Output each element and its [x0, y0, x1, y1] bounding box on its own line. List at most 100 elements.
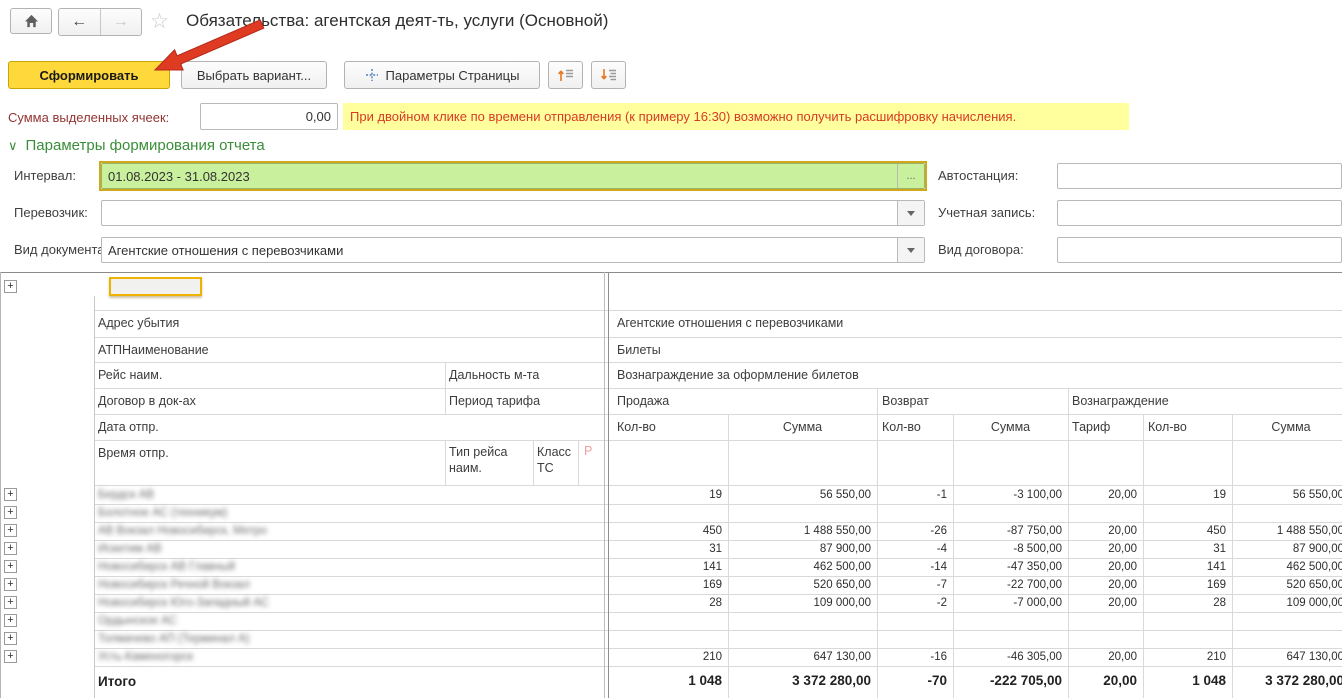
data-cell[interactable]: 56 550,00 [1232, 489, 1342, 501]
total-cell[interactable]: 20,00 [1068, 673, 1137, 688]
total-cell[interactable]: 1 048 [1143, 673, 1226, 688]
header-fee-qty[interactable]: Кол-во [1148, 414, 1187, 440]
header-distance[interactable]: Дальность м-та [449, 362, 539, 388]
header-vehicle-class[interactable]: Класс ТС [537, 440, 577, 476]
row-expander[interactable]: + [4, 596, 17, 609]
data-cell[interactable]: 647 130,00 [728, 651, 871, 663]
total-cell[interactable]: -222 705,00 [953, 673, 1062, 688]
active-cell[interactable] [109, 277, 202, 296]
data-cell[interactable]: -3 100,00 [953, 489, 1062, 501]
header-tariff[interactable]: Тариф [1072, 414, 1110, 440]
data-cell[interactable]: 1 488 550,00 [728, 525, 871, 537]
data-cell[interactable]: 169 [1143, 579, 1226, 591]
data-cell[interactable]: 87 900,00 [1232, 543, 1342, 555]
row-expander[interactable]: + [4, 506, 17, 519]
header-hidden-column-partial[interactable]: Р [584, 444, 604, 458]
data-cell[interactable]: 20,00 [1068, 525, 1137, 537]
total-cell[interactable]: 3 372 280,00 [728, 673, 871, 688]
row-expander[interactable]: + [4, 632, 17, 645]
data-cell[interactable]: -2 [877, 597, 947, 609]
row-name-blurred[interactable]: Новосибирск Юго-Западный АС [98, 597, 269, 609]
data-cell[interactable]: 20,00 [1068, 561, 1137, 573]
data-cell[interactable]: -14 [877, 561, 947, 573]
data-cell[interactable]: -16 [877, 651, 947, 663]
row-expander[interactable]: + [4, 524, 17, 537]
header-departure-date[interactable]: Дата отпр. [98, 414, 159, 440]
row-expander[interactable]: + [4, 542, 17, 555]
row-expander[interactable]: + [4, 614, 17, 627]
data-cell[interactable]: 20,00 [1068, 489, 1137, 501]
header-sale-qty[interactable]: Кол-во [617, 414, 656, 440]
row-expander[interactable]: + [4, 560, 17, 573]
data-cell[interactable]: -7 [877, 579, 947, 591]
data-cell[interactable]: 87 900,00 [728, 543, 871, 555]
total-cell[interactable]: -70 [877, 673, 947, 688]
data-cell[interactable]: 19 [608, 489, 722, 501]
data-cell[interactable]: -8 500,00 [953, 543, 1062, 555]
data-cell[interactable]: 20,00 [1068, 651, 1137, 663]
data-cell[interactable]: 141 [608, 561, 722, 573]
row-name-blurred[interactable]: Новосибирск АВ Главный [98, 561, 235, 573]
row-expander[interactable]: + [4, 650, 17, 663]
header-refund-group[interactable]: Возврат [882, 388, 929, 414]
data-cell[interactable]: -26 [877, 525, 947, 537]
header-sale-group[interactable]: Продажа [617, 388, 669, 414]
data-cell[interactable]: 20,00 [1068, 543, 1137, 555]
data-cell[interactable]: 20,00 [1068, 579, 1137, 591]
data-cell[interactable]: 520 650,00 [728, 579, 871, 591]
row-name-blurred[interactable]: Усть-Каменогорск [98, 651, 193, 663]
data-cell[interactable]: 462 500,00 [1232, 561, 1342, 573]
header-sale-amount[interactable]: Сумма [728, 414, 877, 440]
data-cell[interactable]: 28 [1143, 597, 1226, 609]
header-refund-amount[interactable]: Сумма [953, 414, 1068, 440]
data-cell[interactable]: 19 [1143, 489, 1226, 501]
header-tariff-period[interactable]: Период тарифа [449, 388, 540, 414]
expand-all-icon[interactable]: + [4, 280, 17, 293]
data-cell[interactable]: -47 350,00 [953, 561, 1062, 573]
data-cell[interactable]: 109 000,00 [728, 597, 871, 609]
data-cell[interactable]: 169 [608, 579, 722, 591]
data-cell[interactable]: 450 [1143, 525, 1226, 537]
header-contract-in-docs[interactable]: Договор в док-ах [98, 388, 196, 414]
data-cell[interactable]: 210 [1143, 651, 1226, 663]
data-cell[interactable]: -22 700,00 [953, 579, 1062, 591]
data-cell[interactable]: 210 [608, 651, 722, 663]
header-agent-relations[interactable]: Агентские отношения с перевозчиками [617, 310, 843, 336]
data-cell[interactable]: -7 000,00 [953, 597, 1062, 609]
row-name-blurred[interactable]: Ордынское АС [98, 615, 177, 627]
data-cell[interactable]: -4 [877, 543, 947, 555]
header-route-type[interactable]: Тип рейса наим. [449, 440, 529, 476]
header-route-name[interactable]: Рейс наим. [98, 362, 162, 388]
data-cell[interactable]: -87 750,00 [953, 525, 1062, 537]
row-name-blurred[interactable]: Бердск АВ [98, 489, 154, 501]
header-departure-time[interactable]: Время отпр. [98, 440, 169, 466]
row-name-blurred[interactable]: Толмачево АП (Терминал А) [98, 633, 249, 645]
header-refund-qty[interactable]: Кол-во [882, 414, 921, 440]
row-name-blurred[interactable]: АВ Вокзал Новосибирск, Метро [98, 525, 267, 537]
row-name-blurred[interactable]: Болотное АС (техникум) [98, 507, 227, 519]
data-cell[interactable]: 56 550,00 [728, 489, 871, 501]
header-tickets[interactable]: Билеты [617, 337, 661, 363]
header-ticket-fee[interactable]: Вознаграждение за оформление билетов [617, 362, 859, 388]
header-atp-name[interactable]: АТПНаименование [98, 337, 209, 363]
header-fee-group[interactable]: Вознаграждение [1072, 388, 1169, 414]
data-cell[interactable]: 462 500,00 [728, 561, 871, 573]
total-cell[interactable]: 1 048 [608, 673, 722, 688]
row-expander[interactable]: + [4, 578, 17, 591]
data-cell[interactable]: 647 130,00 [1232, 651, 1342, 663]
data-cell[interactable]: 1 488 550,00 [1232, 525, 1342, 537]
row-name-blurred[interactable]: Новосибирск Речной Вокзал [98, 579, 250, 591]
row-expander[interactable]: + [4, 488, 17, 501]
data-cell[interactable]: 109 000,00 [1232, 597, 1342, 609]
row-name-blurred[interactable]: Искитим АВ [98, 543, 162, 555]
total-row-label[interactable]: Итого [98, 674, 136, 689]
data-cell[interactable]: 31 [1143, 543, 1226, 555]
header-fee-amount[interactable]: Сумма [1232, 414, 1342, 440]
data-cell[interactable]: -1 [877, 489, 947, 501]
total-cell[interactable]: 3 372 280,00 [1232, 673, 1342, 688]
header-departure-address[interactable]: Адрес убытия [98, 310, 179, 336]
data-cell[interactable]: 31 [608, 543, 722, 555]
data-cell[interactable]: 141 [1143, 561, 1226, 573]
data-cell[interactable]: -46 305,00 [953, 651, 1062, 663]
data-cell[interactable]: 450 [608, 525, 722, 537]
